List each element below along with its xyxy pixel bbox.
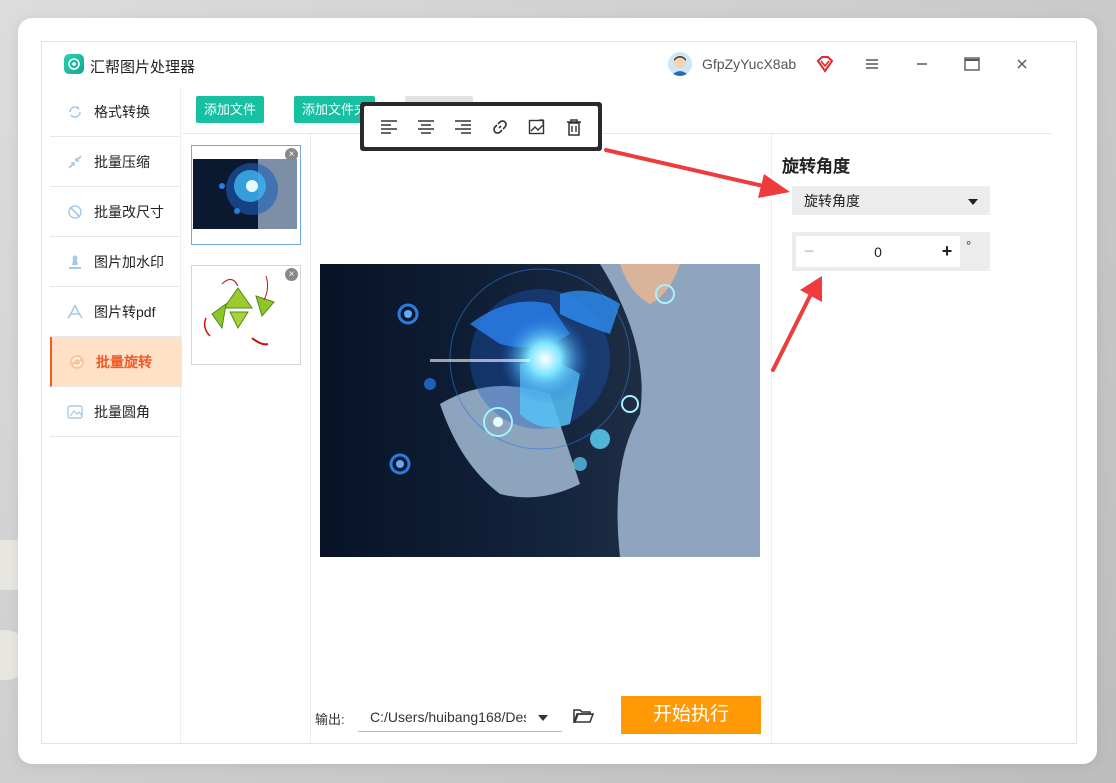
sidebar-item-label: 批量改尺寸 xyxy=(94,203,164,220)
rotate-angle-select[interactable]: 旋转角度 xyxy=(792,186,990,215)
vip-diamond-icon[interactable] xyxy=(815,54,835,74)
sidebar-item-label: 批量压缩 xyxy=(94,153,150,170)
output-path-value: C:/Users/huibang168/Desktop xyxy=(370,709,526,725)
angle-stepper-container: − 0 + ° xyxy=(792,232,990,271)
sidebar-item-label: 批量圆角 xyxy=(94,403,150,420)
menu-icon[interactable] xyxy=(862,54,882,74)
sidebar-item-label: 批量旋转 xyxy=(96,353,152,370)
thumbnail-list: × × xyxy=(182,134,311,743)
sidebar-item-compress[interactable]: 批量压缩 xyxy=(50,137,180,187)
sidebar-item-watermark[interactable]: 图片加水印 xyxy=(50,237,180,287)
app-title: 汇帮图片处理器 xyxy=(90,59,196,76)
watermark-icon xyxy=(66,253,84,271)
app-logo-icon xyxy=(64,54,84,74)
folder-open-icon[interactable] xyxy=(572,706,595,726)
rotate-icon xyxy=(68,353,86,371)
remove-thumbnail-icon[interactable]: × xyxy=(285,148,298,161)
zongzi-thumbnail xyxy=(203,275,275,346)
align-center-icon[interactable] xyxy=(414,115,438,139)
minimize-icon[interactable] xyxy=(912,54,932,74)
align-right-icon[interactable] xyxy=(451,115,475,139)
sidebar-item-format-convert[interactable]: 格式转换 xyxy=(50,87,180,137)
rotate-panel-title: 旋转角度 xyxy=(782,157,850,176)
chevron-down-icon xyxy=(968,192,978,210)
add-file-button[interactable]: 添加文件 xyxy=(196,96,265,123)
align-left-icon[interactable] xyxy=(377,115,401,139)
link-icon[interactable] xyxy=(488,115,512,139)
output-label: 输出: xyxy=(315,712,345,727)
angle-value[interactable]: 0 xyxy=(833,244,923,260)
increment-button[interactable]: + xyxy=(934,239,960,265)
degree-unit: ° xyxy=(966,238,972,253)
sidebar-item-round-corner[interactable]: 批量圆角 xyxy=(50,387,180,437)
sidebar-item-resize[interactable]: 批量改尺寸 xyxy=(50,187,180,237)
avatar[interactable] xyxy=(668,52,692,76)
tech-globe-thumbnail xyxy=(193,159,297,229)
start-button[interactable]: 开始执行 xyxy=(621,696,761,734)
sidebar-item-label: 格式转换 xyxy=(94,103,150,120)
floating-toolbar xyxy=(360,102,602,151)
pdf-icon xyxy=(66,303,84,321)
chevron-down-icon xyxy=(538,708,548,726)
edit-image-icon[interactable] xyxy=(525,115,549,139)
sidebar-item-label: 图片转pdf xyxy=(94,303,156,320)
sidebar: 格式转换 批量压缩 批量改尺寸 图片加水印 图片转pdf 批量旋转 批量圆角 xyxy=(50,87,182,743)
preview-image xyxy=(320,264,760,557)
sidebar-item-rotate[interactable]: 批量旋转 xyxy=(50,337,182,387)
output-path-select[interactable]: C:/Users/huibang168/Desktop xyxy=(358,703,562,732)
resize-icon xyxy=(66,203,84,221)
maximize-icon[interactable] xyxy=(962,54,982,74)
thumbnail-item[interactable]: × xyxy=(191,145,301,245)
sidebar-item-pdf[interactable]: 图片转pdf xyxy=(50,287,180,337)
title-bar: 汇帮图片处理器 GfpZyYucX8ab xyxy=(42,42,1076,87)
delete-icon[interactable] xyxy=(562,115,586,139)
round-corner-icon xyxy=(66,403,84,421)
decrement-button[interactable]: − xyxy=(796,239,822,265)
compress-icon xyxy=(66,153,84,171)
angle-stepper[interactable]: − 0 + xyxy=(796,236,960,267)
sidebar-item-label: 图片加水印 xyxy=(94,253,164,270)
preview-area xyxy=(311,134,771,743)
remove-thumbnail-icon[interactable]: × xyxy=(285,268,298,281)
thumbnail-item[interactable]: × xyxy=(191,265,301,365)
close-icon[interactable] xyxy=(1012,54,1032,74)
app-window: 汇帮图片处理器 GfpZyYucX8ab 格式转换 批量压缩 批量改尺寸 图片加… xyxy=(41,41,1077,744)
rotate-angle-select-value: 旋转角度 xyxy=(804,192,860,209)
format-convert-icon xyxy=(66,103,84,121)
rotate-settings-panel: 旋转角度 旋转角度 − 0 + ° xyxy=(771,134,1050,743)
username[interactable]: GfpZyYucX8ab xyxy=(702,56,796,72)
